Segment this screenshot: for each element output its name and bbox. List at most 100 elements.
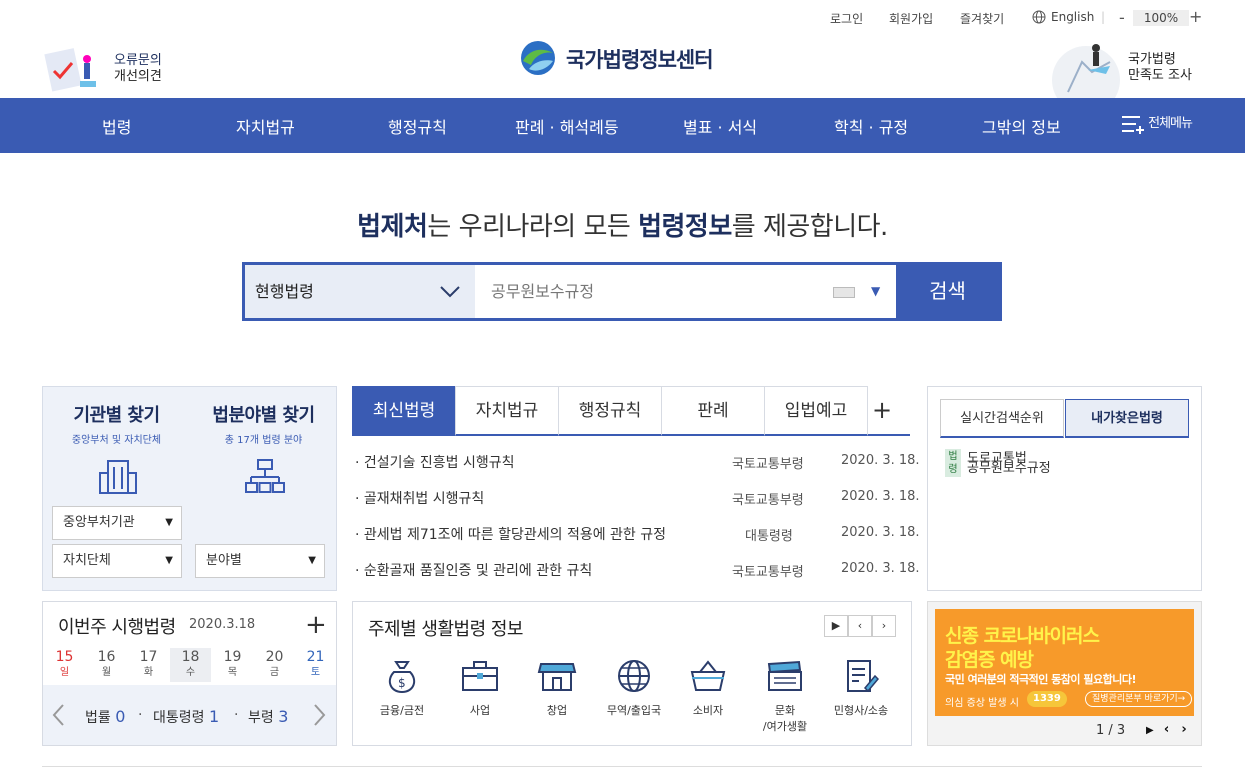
topic-law-panel: 주제별 생활법령 정보 ▶ ‹ › $ 금융/금전 사업 창업 무역/출입국 소… xyxy=(352,601,912,746)
field-finder-sub: 총 17개 법령 분야 xyxy=(224,435,303,446)
hero-bold: 법령정보 xyxy=(638,212,732,242)
searched-law-item[interactable]: 공무원보수규정 xyxy=(967,457,1051,476)
day-cell[interactable]: 20 금 xyxy=(254,648,295,682)
zoom-in-button[interactable]: + xyxy=(1189,7,1202,26)
stat-sep: · xyxy=(234,707,239,723)
law-title[interactable]: · 건설기술 진흥법 시행규칙 xyxy=(355,452,514,472)
zoom-out-button[interactable]: - xyxy=(1119,8,1125,27)
field-select[interactable]: 분야별 ▼ xyxy=(195,544,325,578)
list-item[interactable]: · 순환골재 품질인증 및 관리에 관한 규칙 국토교통부령 2020. 3. … xyxy=(352,554,920,584)
topic-culture[interactable]: 문화 /여가생활 xyxy=(750,658,820,734)
chevron-left-icon[interactable]: ‹ xyxy=(848,615,872,637)
login-link[interactable]: 로그인 xyxy=(830,10,863,27)
weekly-title: 이번주 시행법령 xyxy=(58,617,176,638)
nav-item-local-ordinance[interactable]: 자치법규 xyxy=(236,114,295,138)
tab-realtime-rank[interactable]: 실시간검색순위 xyxy=(940,399,1064,438)
more-plus-icon[interactable]: + xyxy=(305,610,327,640)
play-icon[interactable]: ▶ xyxy=(1146,725,1154,736)
more-plus-icon[interactable]: + xyxy=(872,396,892,424)
list-item[interactable]: · 골재채취법 시행규칙 국토교통부령 2020. 3. 18. xyxy=(352,482,920,512)
stat-sep: · xyxy=(138,707,143,723)
tab-underline xyxy=(868,434,910,436)
day-cell[interactable]: 16 월 xyxy=(86,648,127,682)
nav-item-precedent[interactable]: 판례 · 해석례등 xyxy=(515,114,619,138)
error-report-banner[interactable]: 오류문의 개선의견 xyxy=(42,45,172,95)
day-cell[interactable]: 15 일 xyxy=(44,648,85,682)
day-cell[interactable]: 21 토 xyxy=(295,648,336,682)
search-input[interactable]: 공무원보수규정 xyxy=(491,265,594,318)
day-cell[interactable]: 17 화 xyxy=(128,648,169,682)
search-bar: 현행법령 공무원보수규정 ▼ 검색 xyxy=(242,262,1002,321)
autocomplete-toggle-icon[interactable]: ▼ xyxy=(871,284,880,298)
topic-finance[interactable]: $ 금융/금전 xyxy=(367,658,437,718)
tab-precedent[interactable]: 판례 xyxy=(661,386,765,436)
zoom-level: 100% xyxy=(1133,10,1189,26)
keyboard-icon[interactable] xyxy=(833,287,855,298)
nav-item-other-info[interactable]: 그밖의 정보 xyxy=(982,114,1061,138)
nav-item-appendix[interactable]: 별표 · 서식 xyxy=(683,114,757,138)
site-logo[interactable]: 국가법령정보센터 xyxy=(566,44,714,74)
weekly-date: 2020.3.18 xyxy=(189,617,256,632)
chevron-left-icon[interactable]: ‹ xyxy=(1164,722,1169,737)
law-org: 국토교통부령 xyxy=(732,565,804,580)
nav-item-admin-rule[interactable]: 행정규칙 xyxy=(388,114,447,138)
topic-consumer[interactable]: 소비자 xyxy=(673,658,743,718)
tab-local-ordinance[interactable]: 자치법규 xyxy=(455,386,559,436)
stat-law[interactable]: 법률 0 xyxy=(85,707,125,727)
org-chart-icon xyxy=(245,459,285,493)
clapperboard-icon xyxy=(767,660,802,691)
list-item[interactable]: · 건설기술 진흥법 시행규칙 국토교통부령 2020. 3. 18. xyxy=(352,446,920,476)
topic-civil-criminal[interactable]: 민형사/소송 xyxy=(826,658,896,718)
all-menu-button[interactable]: 전체메뉴 xyxy=(1121,112,1193,135)
tab-admin-rule[interactable]: 행정규칙 xyxy=(558,386,662,436)
covid-title-2: 감염증 예방 xyxy=(945,649,1034,671)
nav-item-law[interactable]: 법령 xyxy=(102,114,131,138)
topic-title: 주제별 생활법령 정보 xyxy=(368,619,523,640)
hero-tagline: 법제처는 우리나라의 모든 법령정보를 제공합니다. xyxy=(0,206,1245,243)
join-link[interactable]: 회원가입 xyxy=(889,10,933,27)
storefront-icon xyxy=(537,663,577,691)
law-title[interactable]: · 관세법 제71조에 따른 할당관세의 적용에 관한 규정 xyxy=(355,524,666,544)
survey-line1: 국가법령 xyxy=(1128,52,1176,67)
topic-trade[interactable]: 무역/출입국 xyxy=(599,658,669,718)
covid-banner-panel: 신종 코로나바이러스 감염증 예방 국민 여러분의 적극적인 동참이 필요합니다… xyxy=(927,601,1202,746)
chevron-right-icon[interactable]: › xyxy=(872,615,896,637)
topic-business[interactable]: 사업 xyxy=(445,658,515,718)
central-agency-select[interactable]: 중앙부처기관 ▼ xyxy=(52,506,182,540)
survey-line2: 만족도 조사 xyxy=(1128,68,1192,83)
satisfaction-survey-banner[interactable]: 국가법령 만족도 조사 xyxy=(1048,40,1200,98)
covid-banner[interactable]: 신종 코로나바이러스 감염증 예방 국민 여러분의 적극적인 동참이 필요합니다… xyxy=(935,609,1194,716)
chevron-right-icon[interactable]: › xyxy=(1181,722,1186,737)
tab-latest-law[interactable]: 최신법령 xyxy=(352,386,456,436)
globe-icon xyxy=(618,660,650,692)
day-cell[interactable]: 19 목 xyxy=(212,648,253,682)
kcdc-link[interactable]: 질병관리본부 바로가기→ xyxy=(1085,691,1193,707)
chevron-right-icon[interactable] xyxy=(313,703,327,727)
all-menu-label: 전체메뉴 xyxy=(1148,116,1193,131)
covid-symptom-text: 의심 증상 발생 시 xyxy=(945,698,1019,709)
stat-ministry[interactable]: 부령 3 xyxy=(248,707,288,727)
checklist-icon xyxy=(44,48,96,92)
topic-startup[interactable]: 창업 xyxy=(522,658,592,718)
search-scope-select[interactable]: 현행법령 xyxy=(245,265,475,318)
logo-icon xyxy=(521,41,555,75)
basket-icon xyxy=(690,660,726,691)
nav-item-school-rule[interactable]: 학칙 · 규정 xyxy=(834,114,908,138)
favorites-link[interactable]: 즐겨찾기 xyxy=(960,10,1004,27)
util-divider: | xyxy=(1101,10,1106,24)
svg-text:$: $ xyxy=(398,676,406,690)
law-title[interactable]: · 골재채취법 시행규칙 xyxy=(355,488,484,508)
english-link[interactable]: English xyxy=(1051,10,1094,24)
search-button[interactable]: 검색 xyxy=(896,265,999,318)
chevron-left-icon[interactable] xyxy=(51,703,65,727)
tab-legislative-notice[interactable]: 입법예고 xyxy=(764,386,868,436)
day-cell-today[interactable]: 18 수 xyxy=(170,648,211,682)
banner-page-indicator: 1 / 3 xyxy=(1096,723,1126,738)
banner-controls: ▶ ‹ › xyxy=(1146,722,1187,737)
law-title[interactable]: · 순환골재 품질인증 및 관리에 관한 규칙 xyxy=(355,560,592,580)
stat-decree[interactable]: 대통령령 1 xyxy=(153,707,219,727)
local-gov-select[interactable]: 자치단체 ▼ xyxy=(52,544,182,578)
list-item[interactable]: · 관세법 제71조에 따른 할당관세의 적용에 관한 규정 대통령령 2020… xyxy=(352,518,920,548)
tab-my-searched-laws[interactable]: 내가찾은법령 xyxy=(1065,399,1189,438)
play-icon[interactable]: ▶ xyxy=(824,615,848,637)
